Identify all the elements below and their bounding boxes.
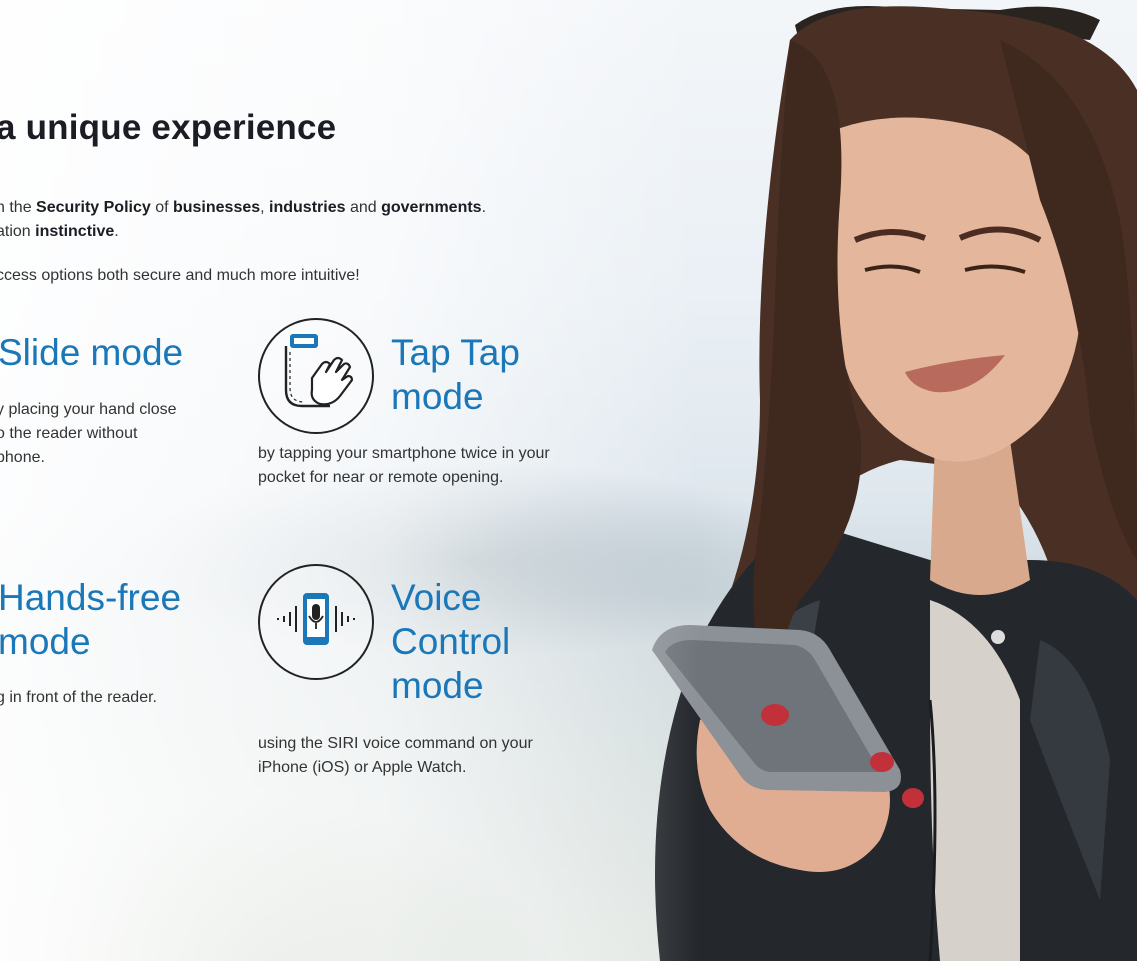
- hands-free-mode-title: Hands-free mode: [0, 577, 182, 662]
- hands-free-mode-description: g in front of the reader.: [0, 689, 157, 706]
- microphone-phone-icon: [258, 564, 374, 680]
- intro-text: n the Security Policy of businesses, ind…: [0, 196, 486, 288]
- voice-control-mode-title: Voice Control mode: [391, 577, 511, 706]
- slide-mode-description: y placing your hand close o the reader w…: [0, 401, 177, 466]
- intro-line-2: ation instinctive.: [0, 223, 119, 240]
- voice-control-mode-description: using the SIRI voice command on your iPh…: [258, 735, 533, 776]
- section-headline: a unique experience: [0, 108, 337, 147]
- tap-tap-mode-title: Tap Tap mode: [391, 332, 520, 417]
- tap-tap-mode-description: by tapping your smartphone twice in your…: [258, 445, 550, 486]
- intro-line-1: n the Security Policy of businesses, ind…: [0, 199, 487, 216]
- intro-line-3: ccess options both secure and much more …: [0, 267, 360, 284]
- slide-mode-title: Slide mode: [0, 332, 184, 373]
- tap-phone-pocket-icon: [258, 318, 374, 434]
